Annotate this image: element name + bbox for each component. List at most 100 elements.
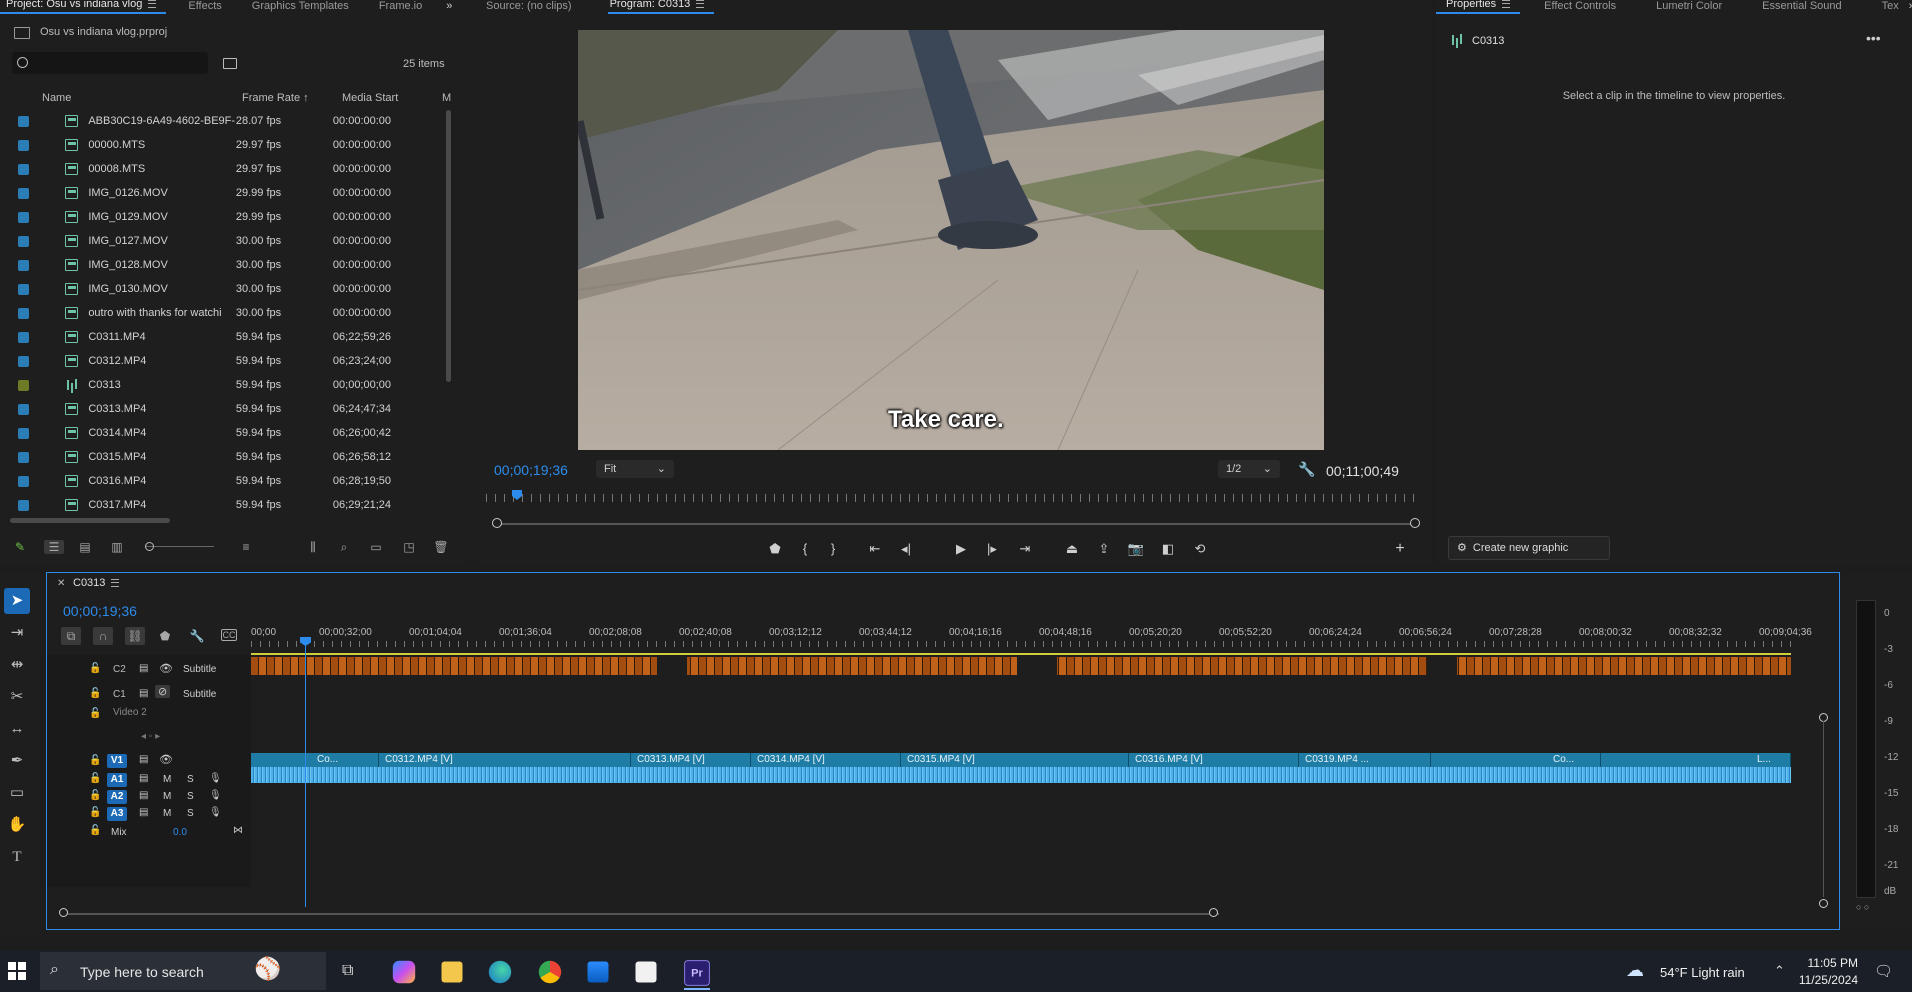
v1-clip[interactable]: C0315.MP4 [V]: [901, 753, 1129, 767]
panel-menu-icon[interactable]: [111, 579, 120, 588]
tab-frameio[interactable]: Frame.io: [359, 0, 432, 14]
zoom-bar-left-handle[interactable]: [492, 518, 502, 528]
list-scrollbar[interactable]: [446, 110, 451, 382]
step-back-icon[interactable]: ◂|: [896, 540, 916, 558]
clock-time[interactable]: 11:05 PM: [1768, 956, 1858, 970]
timeline-playhead[interactable]: [305, 639, 306, 907]
panel-menu-icon[interactable]: [148, 0, 157, 9]
v1-clip[interactable]: C0316.MP4 [V]: [1129, 753, 1299, 767]
captions-icon[interactable]: CC: [221, 629, 237, 641]
track-select-tool-icon[interactable]: ⇥: [4, 620, 30, 646]
project-item-row[interactable]: IMG_0128.MOV 30.00 fps 00:00:00:00: [0, 253, 430, 277]
project-item-row[interactable]: IMG_0127.MOV 30.00 fps 00:00:00:00: [0, 229, 430, 253]
label-color-swatch[interactable]: [18, 499, 29, 511]
weather-icon[interactable]: ☁: [1626, 960, 1644, 981]
video-frame[interactable]: Take care.: [578, 30, 1324, 450]
weather-text[interactable]: 54°F Light rain: [1660, 965, 1745, 980]
trash-icon[interactable]: 🗑: [433, 540, 449, 554]
mark-out-icon[interactable]: }: [823, 540, 843, 558]
more-options-icon[interactable]: •••: [1866, 30, 1881, 46]
tab-text[interactable]: Tex: [1852, 0, 1909, 14]
mix-nudge-icon[interactable]: ⋈: [233, 825, 243, 836]
project-item-row[interactable]: C0315.MP4 59.94 fps 06;26;58;12: [0, 445, 430, 469]
project-item-row[interactable]: 00000.MTS 29.97 fps 00:00:00:00: [0, 133, 430, 157]
monitor-time-ruler[interactable]: [486, 494, 1416, 502]
ripple-edit-tool-icon[interactable]: ⇹: [4, 652, 30, 678]
project-item-row[interactable]: IMG_0129.MOV 29.99 fps 00:00:00:00: [0, 205, 430, 229]
a2-mute-button[interactable]: M: [163, 791, 171, 802]
c2-lock-icon[interactable]: 🔓: [89, 663, 101, 674]
slip-tool-icon[interactable]: ↔: [4, 716, 30, 742]
a1-source-patch[interactable]: A1: [107, 773, 127, 787]
label-color-swatch[interactable]: [18, 355, 29, 367]
vertical-scroll-bar[interactable]: [1823, 721, 1824, 897]
a2-microphone-icon[interactable]: 🎙: [209, 790, 222, 801]
mark-in-icon[interactable]: {: [795, 540, 815, 558]
label-color-swatch[interactable]: [18, 115, 29, 127]
file-explorer-icon[interactable]: [441, 961, 463, 983]
zoom-bar-right-handle[interactable]: [1410, 518, 1420, 528]
solo-buttons[interactable]: ○ ○: [1856, 902, 1869, 912]
a1-microphone-icon[interactable]: 🎙: [209, 773, 222, 784]
panel-menu-icon[interactable]: [696, 0, 705, 9]
a1-lock-icon[interactable]: 🔓: [89, 773, 101, 784]
c2-eye-icon[interactable]: 👁: [159, 662, 173, 675]
label-color-swatch[interactable]: [18, 475, 29, 487]
project-item-row[interactable]: C0313 59.94 fps 00;00;00;00: [0, 373, 430, 397]
lift-icon[interactable]: ⏏: [1062, 540, 1082, 558]
a2-source-patch[interactable]: A2: [107, 790, 127, 804]
timeline-ruler[interactable]: 00;00 00;00;32;00 00;01;04;04 00;01;36;04 00…: [251, 627, 1812, 647]
project-item-row[interactable]: C0316.MP4 59.94 fps 06;28;19;50: [0, 469, 430, 493]
a3-source-patch[interactable]: A3: [107, 807, 127, 821]
tab-essential-sound[interactable]: Essential Sound: [1732, 0, 1852, 14]
copilot-icon[interactable]: [392, 960, 416, 984]
tab-program[interactable]: Program: C0313: [607, 0, 715, 14]
pencil-icon[interactable]: ✎: [12, 540, 28, 554]
play-icon[interactable]: ▶: [951, 540, 971, 558]
a1-audio-track[interactable]: [251, 767, 1791, 783]
column-header-frame-rate[interactable]: Frame Rate ↑: [242, 92, 309, 104]
timeline-zoom-left-handle[interactable]: [59, 908, 68, 917]
label-color-swatch[interactable]: [18, 139, 29, 151]
task-view-icon[interactable]: ⧉: [342, 962, 353, 980]
label-color-swatch[interactable]: [18, 427, 29, 439]
horizontal-scrollbar[interactable]: [10, 518, 170, 523]
v1-clip[interactable]: C0314.MP4 [V]: [751, 753, 901, 767]
column-header-name[interactable]: Name: [42, 92, 71, 104]
automate-to-sequence-icon[interactable]: ⫼: [305, 540, 321, 554]
store-icon[interactable]: [587, 961, 609, 983]
resolution-dropdown[interactable]: 1/2 ⌄: [1218, 460, 1280, 478]
c1-lock-icon[interactable]: 🔓: [89, 688, 101, 699]
project-item-row[interactable]: C0311.MP4 59.94 fps 06;22;59;26: [0, 325, 430, 349]
zoom-slider[interactable]: [146, 546, 214, 547]
v1-clip[interactable]: L...: [1751, 753, 1791, 767]
add-marker-icon[interactable]: ⬟: [765, 540, 785, 558]
label-color-swatch[interactable]: [18, 331, 29, 343]
nest-sequence-icon[interactable]: ⧉: [61, 627, 81, 645]
button-editor-plus-icon[interactable]: +: [1390, 540, 1410, 558]
a1-sync-icon[interactable]: ▤: [139, 773, 148, 784]
pen-tool-icon[interactable]: ✒: [4, 748, 30, 774]
mix-lock-icon[interactable]: 🔓: [89, 825, 101, 836]
project-item-row[interactable]: IMG_0126.MOV 29.99 fps 00:00:00:00: [0, 181, 430, 205]
a2-lock-icon[interactable]: 🔓: [89, 790, 101, 801]
timeline-zoom-right-handle[interactable]: [1209, 908, 1218, 917]
premiere-pro-icon[interactable]: Pr: [684, 960, 710, 986]
timeline-settings-wrench-icon[interactable]: 🔧: [189, 629, 205, 643]
project-item-row[interactable]: C0314.MP4 59.94 fps 06;26;00;42: [0, 421, 430, 445]
v1-clip[interactable]: Co...: [1547, 753, 1601, 767]
label-color-swatch[interactable]: [18, 283, 29, 295]
column-header-media-start[interactable]: Media Start: [342, 92, 398, 104]
mix-value[interactable]: 0.0: [173, 827, 187, 838]
fit-dropdown[interactable]: Fit ⌄: [596, 460, 674, 478]
project-item-row[interactable]: C0313.MP4 59.94 fps 06;24;47;34: [0, 397, 430, 421]
find-icon[interactable]: ⌕: [336, 540, 352, 554]
a3-lock-icon[interactable]: 🔓: [89, 807, 101, 818]
chrome-icon[interactable]: [538, 960, 562, 984]
tab-source[interactable]: Source: (no clips): [474, 0, 582, 14]
v1-clip[interactable]: Co...: [311, 753, 379, 767]
vertical-scroll-handle-bottom[interactable]: [1819, 899, 1828, 908]
search-input[interactable]: [12, 52, 208, 74]
sort-icons-icon[interactable]: ≡: [238, 540, 254, 554]
panel-menu-icon[interactable]: [1502, 0, 1511, 9]
